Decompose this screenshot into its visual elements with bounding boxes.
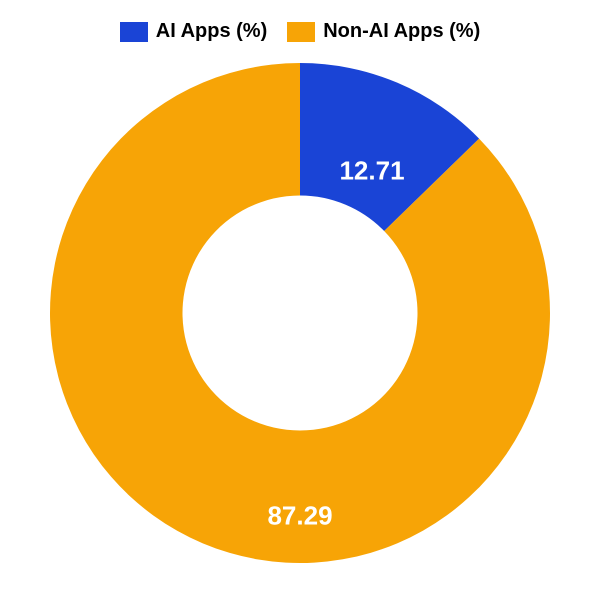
slice-label-ai: 12.71 bbox=[339, 156, 404, 187]
legend-item-nonai: Non-AI Apps (%) bbox=[287, 20, 480, 43]
donut-chart: 12.71 87.29 bbox=[0, 43, 600, 583]
legend-swatch-ai bbox=[120, 22, 148, 42]
legend: AI Apps (%) Non-AI Apps (%) bbox=[0, 0, 600, 43]
legend-label-nonai: Non-AI Apps (%) bbox=[323, 20, 480, 43]
legend-label-ai: AI Apps (%) bbox=[156, 20, 267, 43]
donut-svg bbox=[40, 53, 560, 573]
legend-swatch-nonai bbox=[287, 22, 315, 42]
slice-label-nonai: 87.29 bbox=[267, 501, 332, 532]
legend-item-ai: AI Apps (%) bbox=[120, 20, 267, 43]
